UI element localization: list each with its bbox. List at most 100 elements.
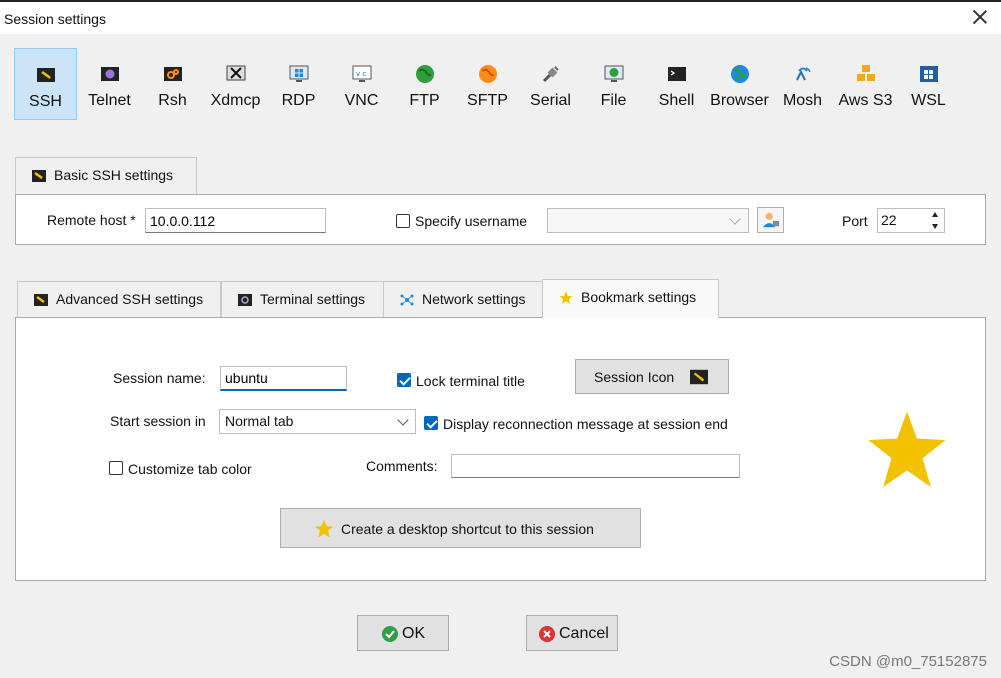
ssh-key-icon [690, 369, 708, 385]
terminal-icon [238, 294, 252, 306]
cancel-label: Cancel [559, 625, 609, 642]
session-type-label: Mosh [782, 92, 823, 109]
session-type-label: FTP [409, 92, 440, 109]
session-type-label: Aws S3 [838, 92, 893, 109]
network-icon [400, 294, 414, 306]
session-type-ssh[interactable]: SSH [14, 48, 77, 120]
session-name-input[interactable] [220, 366, 347, 391]
customize-tab-color-checkbox[interactable] [109, 461, 123, 475]
session-type-serial[interactable]: Serial [519, 48, 582, 120]
session-type-label: RDP [281, 92, 316, 109]
user-icon [762, 212, 780, 228]
spinner-down-icon[interactable] [932, 224, 938, 229]
session-type-file[interactable]: File [582, 48, 645, 120]
port-spinner[interactable]: 22 [877, 208, 945, 233]
session-type-telnet[interactable]: Telnet [78, 48, 141, 120]
cancel-circle-icon [539, 626, 555, 642]
telnet-icon [100, 67, 119, 81]
tab-label: Basic SSH settings [54, 167, 174, 183]
mosh-antenna-icon [795, 67, 811, 81]
session-type-label: Browser [710, 92, 769, 109]
port-value: 22 [881, 212, 897, 228]
session-type-label: SSH [29, 93, 62, 110]
key-icon [34, 294, 48, 306]
session-type-rsh[interactable]: Rsh [141, 48, 204, 120]
shell-terminal-icon [667, 67, 686, 81]
tab-label: Bookmark settings [581, 289, 697, 305]
session-type-rdp[interactable]: RDP [267, 48, 330, 120]
session-type-mosh[interactable]: Mosh [771, 48, 834, 120]
session-type-vnc[interactable]: v c VNC [330, 48, 393, 120]
remote-host-input[interactable] [145, 208, 326, 233]
ok-button[interactable]: OK [357, 615, 449, 651]
file-icon [604, 65, 623, 82]
tab-label: Network settings [422, 291, 526, 307]
session-type-shell[interactable]: Shell [645, 48, 708, 120]
svg-text:v c: v c [356, 70, 366, 78]
tab-label: Advanced SSH settings [56, 291, 204, 307]
ssh-key-icon [36, 68, 55, 82]
reconnection-message-checkbox[interactable] [424, 416, 438, 430]
lock-terminal-title-label: Lock terminal title [416, 373, 525, 389]
start-session-in-select[interactable]: Normal tab [219, 409, 416, 434]
comments-input[interactable] [451, 454, 740, 478]
chevron-down-icon [397, 414, 409, 426]
session-type-label: SFTP [467, 92, 508, 109]
bookmark-settings-panel: Session name: Lock terminal title Sessio… [15, 317, 986, 581]
rsh-icon [163, 67, 182, 81]
rdp-icon [289, 65, 308, 82]
lock-terminal-title-checkbox[interactable] [397, 373, 411, 387]
session-icon-label: Session Icon [594, 369, 675, 385]
key-icon [32, 170, 46, 182]
session-type-ftp[interactable]: FTP [393, 48, 456, 120]
start-session-in-value: Normal tab [225, 413, 294, 429]
session-type-label: Telnet [88, 92, 131, 109]
watermark-text: CSDN @m0_75152875 [829, 653, 987, 670]
bookmark-star-icon [868, 411, 946, 487]
session-type-label: File [600, 92, 627, 109]
start-session-in-label: Start session in [110, 413, 206, 429]
customize-tab-color-label: Customize tab color [128, 461, 252, 477]
session-icon-button[interactable]: Session Icon [575, 359, 729, 394]
session-type-browser[interactable]: Browser [708, 48, 771, 120]
tab-basic-ssh-settings[interactable]: Basic SSH settings [15, 157, 197, 195]
xdmcp-icon [226, 65, 245, 81]
serial-plug-icon [542, 66, 559, 83]
tab-bookmark-settings[interactable]: Bookmark settings [542, 279, 719, 318]
specify-username-checkbox[interactable] [396, 214, 410, 228]
basic-settings-panel: Remote host * Specify username Port 22 [15, 194, 986, 245]
star-icon [315, 520, 333, 538]
star-icon [559, 291, 573, 304]
comments-label: Comments: [366, 458, 438, 474]
ok-label: OK [402, 625, 426, 642]
session-type-xdmcp[interactable]: Xdmcp [204, 48, 267, 120]
cancel-button[interactable]: Cancel [526, 615, 618, 651]
tab-advanced-ssh-settings[interactable]: Advanced SSH settings [17, 281, 221, 317]
tab-label: Terminal settings [260, 291, 366, 307]
window-title: Session settings [4, 11, 106, 27]
aws-s3-cubes-icon [856, 65, 875, 81]
session-type-wsl[interactable]: WSL [897, 48, 960, 120]
wsl-windows-icon [919, 66, 938, 82]
session-type-label: Xdmcp [210, 92, 261, 109]
session-type-label: Serial [530, 92, 571, 109]
remote-host-label: Remote host * [47, 212, 136, 228]
user-manager-button[interactable] [757, 207, 784, 233]
tab-terminal-settings[interactable]: Terminal settings [221, 281, 384, 317]
session-name-label: Session name: [113, 370, 206, 386]
close-icon[interactable] [969, 6, 991, 28]
create-desktop-shortcut-label: Create a desktop shortcut to this sessio… [341, 521, 594, 537]
ftp-globe-icon [415, 65, 434, 83]
specify-username-label: Specify username [415, 213, 528, 229]
port-label: Port [842, 213, 868, 229]
session-type-sftp[interactable]: SFTP [456, 48, 519, 120]
reconnection-message-label: Display reconnection message at session … [443, 416, 728, 432]
session-type-aws-s3[interactable]: Aws S3 [834, 48, 897, 120]
create-desktop-shortcut-button[interactable]: Create a desktop shortcut to this sessio… [280, 508, 641, 548]
session-type-bar: SSH Telnet Rsh Xdmcp RDP v c VNC FTP SFT… [14, 48, 974, 122]
spinner-up-icon[interactable] [932, 212, 938, 217]
browser-globe-icon [730, 65, 749, 83]
title-bar: Session settings [0, 0, 1001, 34]
username-dropdown[interactable] [547, 208, 749, 233]
tab-network-settings[interactable]: Network settings [383, 281, 543, 317]
